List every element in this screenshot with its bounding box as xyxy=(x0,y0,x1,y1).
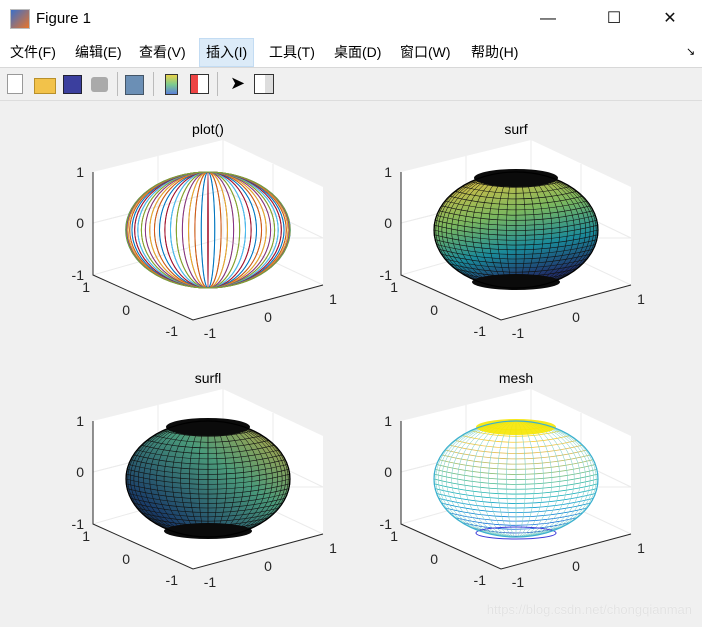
x-tick-label: 0 xyxy=(264,309,272,325)
title-bar: Figure 1 — ☐ ✕ xyxy=(0,0,702,38)
x-tick-label: -1 xyxy=(512,574,525,590)
z-tick-label: 0 xyxy=(76,464,84,480)
subplot-surfl: surfl10-110-1 -101 xyxy=(72,370,338,590)
z-tick-label: 1 xyxy=(384,413,392,429)
subplot-title: surf xyxy=(504,121,527,137)
z-tick-label: 0 xyxy=(76,215,84,231)
toolbar: ➤ xyxy=(0,68,702,101)
y-tick-label: -1 xyxy=(166,572,179,588)
menu-window[interactable]: 窗口(W) xyxy=(394,40,457,65)
legend-icon[interactable] xyxy=(190,74,209,94)
subplot-title: surfl xyxy=(195,370,221,386)
x-tick-label: 0 xyxy=(572,309,580,325)
y-tick-label: -1 xyxy=(166,323,179,339)
x-tick-label: -1 xyxy=(204,574,217,590)
x-tick-label: 0 xyxy=(264,558,272,574)
toolbar-separator xyxy=(117,72,118,96)
subplot-multicolor lines: plot()10-110-1 -101 xyxy=(72,121,338,341)
y-tick-label: -1 xyxy=(474,323,487,339)
z-tick-label: 0 xyxy=(384,464,392,480)
pointer-icon[interactable]: ➤ xyxy=(230,72,250,94)
colorbar-icon[interactable] xyxy=(165,74,178,95)
z-tick-label: 1 xyxy=(76,164,84,180)
toolbar-separator xyxy=(217,72,218,96)
z-tick-label: 0 xyxy=(384,215,392,231)
x-tick-label: 0 xyxy=(572,558,580,574)
y-tick-label: 0 xyxy=(122,551,130,567)
close-button[interactable]: ✕ xyxy=(650,4,690,34)
z-tick-label: 1 xyxy=(384,164,392,180)
x-tick-label: 1 xyxy=(637,291,645,307)
z-tick-label: 1 xyxy=(76,413,84,429)
y-tick-label: 0 xyxy=(122,302,130,318)
subplot-title: mesh xyxy=(499,370,533,386)
y-tick-label: -1 xyxy=(474,572,487,588)
window-title: Figure 1 xyxy=(36,10,92,27)
link-icon[interactable] xyxy=(125,75,144,95)
print-icon[interactable] xyxy=(91,77,108,92)
x-tick-label: -1 xyxy=(204,325,217,341)
property-inspector-icon[interactable] xyxy=(254,74,274,94)
menu-desktop[interactable]: 桌面(D) xyxy=(328,40,387,65)
figure-canvas: plot() 1 0 -1 1 0 -1 -1 0 1 surf 1 0 -1 1 0 -1 -1 0 1 surfl 1… xyxy=(72,121,646,590)
x-tick-label: 1 xyxy=(329,540,337,556)
menu-view[interactable]: 查看(V) xyxy=(133,40,192,65)
menu-file[interactable]: 文件(F) xyxy=(4,40,62,65)
new-figure-icon[interactable] xyxy=(7,74,23,94)
y-tick-label: 1 xyxy=(390,279,398,295)
subplot-mesh: mesh10-110-1 -101 xyxy=(380,370,646,590)
menu-help[interactable]: 帮助(H) xyxy=(465,40,524,65)
y-tick-label: 0 xyxy=(430,302,438,318)
subplot-surf: surf10-110-1 -101 xyxy=(380,121,646,341)
matlab-icon xyxy=(10,9,30,29)
maximize-button[interactable]: ☐ xyxy=(594,4,634,34)
y-tick-label: 1 xyxy=(390,528,398,544)
x-tick-label: -1 xyxy=(512,325,525,341)
menu-bar: 文件(F) 编辑(E) 查看(V) 插入(I) 工具(T) 桌面(D) 窗口(W… xyxy=(0,38,702,68)
x-tick-label: 1 xyxy=(329,291,337,307)
menu-tools[interactable]: 工具(T) xyxy=(263,40,321,65)
menu-insert[interactable]: 插入(I) xyxy=(199,38,255,67)
save-icon[interactable] xyxy=(63,75,82,94)
open-icon[interactable] xyxy=(34,78,56,94)
undock-icon[interactable]: ↘ xyxy=(680,40,701,65)
watermark: https://blog.csdn.net/chongqianman xyxy=(486,602,692,617)
menu-edit[interactable]: 编辑(E) xyxy=(69,40,128,65)
y-tick-label: 0 xyxy=(430,551,438,567)
toolbar-separator xyxy=(153,72,154,96)
subplot-title: plot() xyxy=(192,121,224,137)
y-tick-label: 1 xyxy=(82,528,90,544)
meridian-line xyxy=(207,171,209,289)
minimize-button[interactable]: — xyxy=(528,4,568,34)
x-tick-label: 1 xyxy=(637,540,645,556)
y-tick-label: 1 xyxy=(82,279,90,295)
